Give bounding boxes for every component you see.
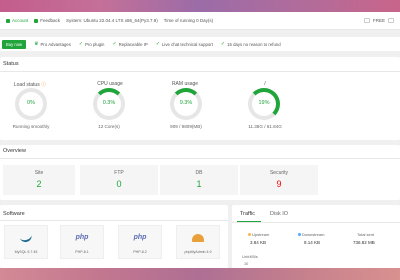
- y-axis-tick: 10: [244, 262, 249, 266]
- overview-title: Overview: [3, 148, 26, 154]
- feature-label: 15 days no reason to refund: [227, 41, 281, 47]
- upstream-label: Upstream: [248, 232, 269, 237]
- gauge-label-load: Load status ⓘ: [0, 81, 60, 88]
- feature-4: ✓ 15 days no reason to refund: [221, 41, 281, 47]
- total-sent-value: 736.82 MB: [353, 240, 375, 245]
- tab-disk-io[interactable]: Disk IO: [270, 211, 288, 217]
- divider: [232, 222, 400, 223]
- overview-security-value: 9: [276, 179, 282, 189]
- divider: [0, 71, 400, 72]
- downstream-dot-icon: [298, 233, 301, 237]
- overview-card: Overview Site 2 FTP 0 DB 1 Security 9: [0, 145, 400, 200]
- overview-ftp-value: 0: [116, 179, 122, 189]
- check-icon: ✓: [112, 41, 117, 47]
- menu-icon[interactable]: [388, 18, 394, 23]
- unit-label: Unit:KB/s: [242, 255, 258, 259]
- check-icon: ✓: [78, 41, 84, 47]
- software-name: MySQL 5.7.45: [14, 250, 38, 254]
- overview-security-label: Security: [269, 170, 289, 176]
- buy-now-button[interactable]: Buy now: [2, 39, 27, 49]
- topbar-right: FREE: [363, 18, 394, 23]
- status-title: Status: [3, 61, 19, 67]
- feature-3: ✓ Live chat technical support: [156, 41, 213, 47]
- grid-icon[interactable]: [363, 18, 370, 23]
- overview-site-label: Site: [34, 170, 44, 176]
- software-card: Software MySQL 5.7.45 php PHP-8.1 php PH…: [0, 205, 228, 268]
- downstream-value: 8.14 KB: [304, 240, 321, 245]
- software-name: phpMyAdmin 4.9: [184, 250, 212, 254]
- gauge-sub-ram: 909 / 9809(MB): [170, 124, 202, 129]
- edition-label: FREE: [372, 18, 385, 23]
- gauge-label-disk: /: [264, 81, 266, 87]
- gauge-value-disk: 19%: [258, 100, 270, 106]
- total-sent-label: Total sent: [357, 232, 375, 237]
- pro-advantages-link[interactable]: ♛ Pro Advantages: [34, 41, 71, 47]
- feedback-label: Feedback: [40, 18, 61, 23]
- upstream-value: 3.84 KB: [250, 240, 267, 245]
- feature-label: Pro plugin: [85, 41, 105, 47]
- php-icon: php: [133, 234, 147, 241]
- feature-1: ✓ Pro plugin: [79, 41, 105, 47]
- check-icon: ✓: [155, 41, 161, 47]
- gauge-sub-cpu: 12 Core(s): [98, 124, 120, 129]
- divider: [0, 220, 228, 221]
- downstream-label: Downstream: [298, 232, 324, 237]
- overview-ftp-label: FTP: [114, 170, 124, 176]
- gauge-label-ram: RAM usage: [171, 81, 199, 87]
- php-icon: php: [75, 234, 89, 241]
- desktop-strip-top: [0, 0, 400, 12]
- gauge-value-load: 0%: [27, 100, 35, 106]
- top-bar: Account Feedback System: Ubuntu 22.04.4 …: [0, 12, 400, 30]
- feedback-icon: [34, 18, 39, 23]
- uptime-info: Time of running 0 Day(s): [163, 18, 214, 23]
- software-name: PHP-8.2: [133, 250, 147, 254]
- info-icon[interactable]: ⓘ: [41, 82, 46, 88]
- check-icon: ✓: [220, 41, 226, 47]
- system-info: System: Ubuntu 22.04.4 LTS x86_64(Py3.7.…: [66, 18, 158, 23]
- crown-icon: ♛: [34, 41, 39, 47]
- account-label: Account: [12, 18, 29, 23]
- feature-label: Replaceable IP: [118, 41, 148, 47]
- account-icon: [6, 18, 10, 23]
- gauge-sub-disk: 11.38G / 61.84G: [248, 124, 282, 129]
- gauge-value-ram: 9.3%: [179, 100, 193, 106]
- gauge-label-cpu: CPU usage: [97, 81, 123, 87]
- gauge-label-text: Load status: [13, 82, 40, 88]
- feature-2: ✓ Replaceable IP: [112, 41, 147, 47]
- traffic-card: Traffic Disk IO Upstream 3.84 KB Downstr…: [232, 205, 400, 268]
- status-card: Status Load status ⓘ 0% Running smoothly…: [0, 57, 400, 140]
- gauge-sub-load: Running smoothly: [12, 124, 50, 129]
- overview-site-value: 2: [36, 179, 42, 189]
- desktop-strip-bottom: [0, 268, 400, 280]
- upstream-dot-icon: [248, 233, 251, 237]
- pro-bar: Buy now ♛ Pro Advantages ✓ Pro plugin ✓ Rep…: [0, 37, 400, 51]
- software-title: Software: [3, 211, 25, 217]
- downstream-label-text: Downstream: [302, 232, 325, 237]
- account-link[interactable]: Account: [6, 18, 28, 23]
- pro-advantages-label: Pro Advantages: [40, 41, 71, 47]
- phpmyadmin-icon: [192, 234, 204, 242]
- divider: [0, 158, 400, 159]
- tab-traffic[interactable]: Traffic: [240, 211, 255, 217]
- overview-db-label: DB: [195, 170, 203, 176]
- software-name: PHP-8.1: [75, 250, 89, 254]
- overview-db-value: 1: [196, 179, 202, 189]
- feedback-link[interactable]: Feedback: [34, 18, 60, 23]
- upstream-label-text: Upstream: [252, 232, 270, 237]
- gauge-value-cpu: 0.3%: [102, 100, 116, 106]
- feature-label: Live chat technical support: [162, 41, 213, 47]
